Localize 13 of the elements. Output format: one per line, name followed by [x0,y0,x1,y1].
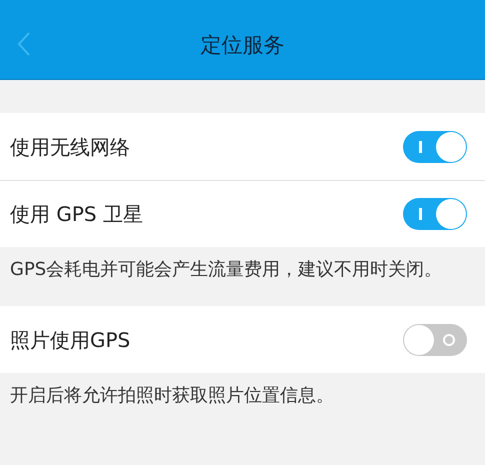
back-icon[interactable] [17,31,31,57]
setting-label: 使用 GPS 卫星 [10,201,143,228]
setting-note: GPS会耗电并可能会产生流量费用，建议不用时关闭。 [9,258,444,282]
setting-label: 使用无线网络 [10,134,130,160]
settings-row[interactable]: 照片使用GPS [0,306,485,373]
settings-row[interactable]: 使用 GPS 卫星 [0,180,485,247]
setting-label: 照片使用GPS [10,326,130,354]
setting-note: 开启后将允许拍照时获取照片位置信息。 [9,384,335,408]
toggle-switch[interactable] [403,198,467,230]
page-title: 定位服务 [200,32,284,59]
settings-row[interactable]: 使用无线网络 [0,113,485,180]
toggle-switch[interactable] [403,324,467,356]
toggle-switch[interactable] [403,130,467,162]
